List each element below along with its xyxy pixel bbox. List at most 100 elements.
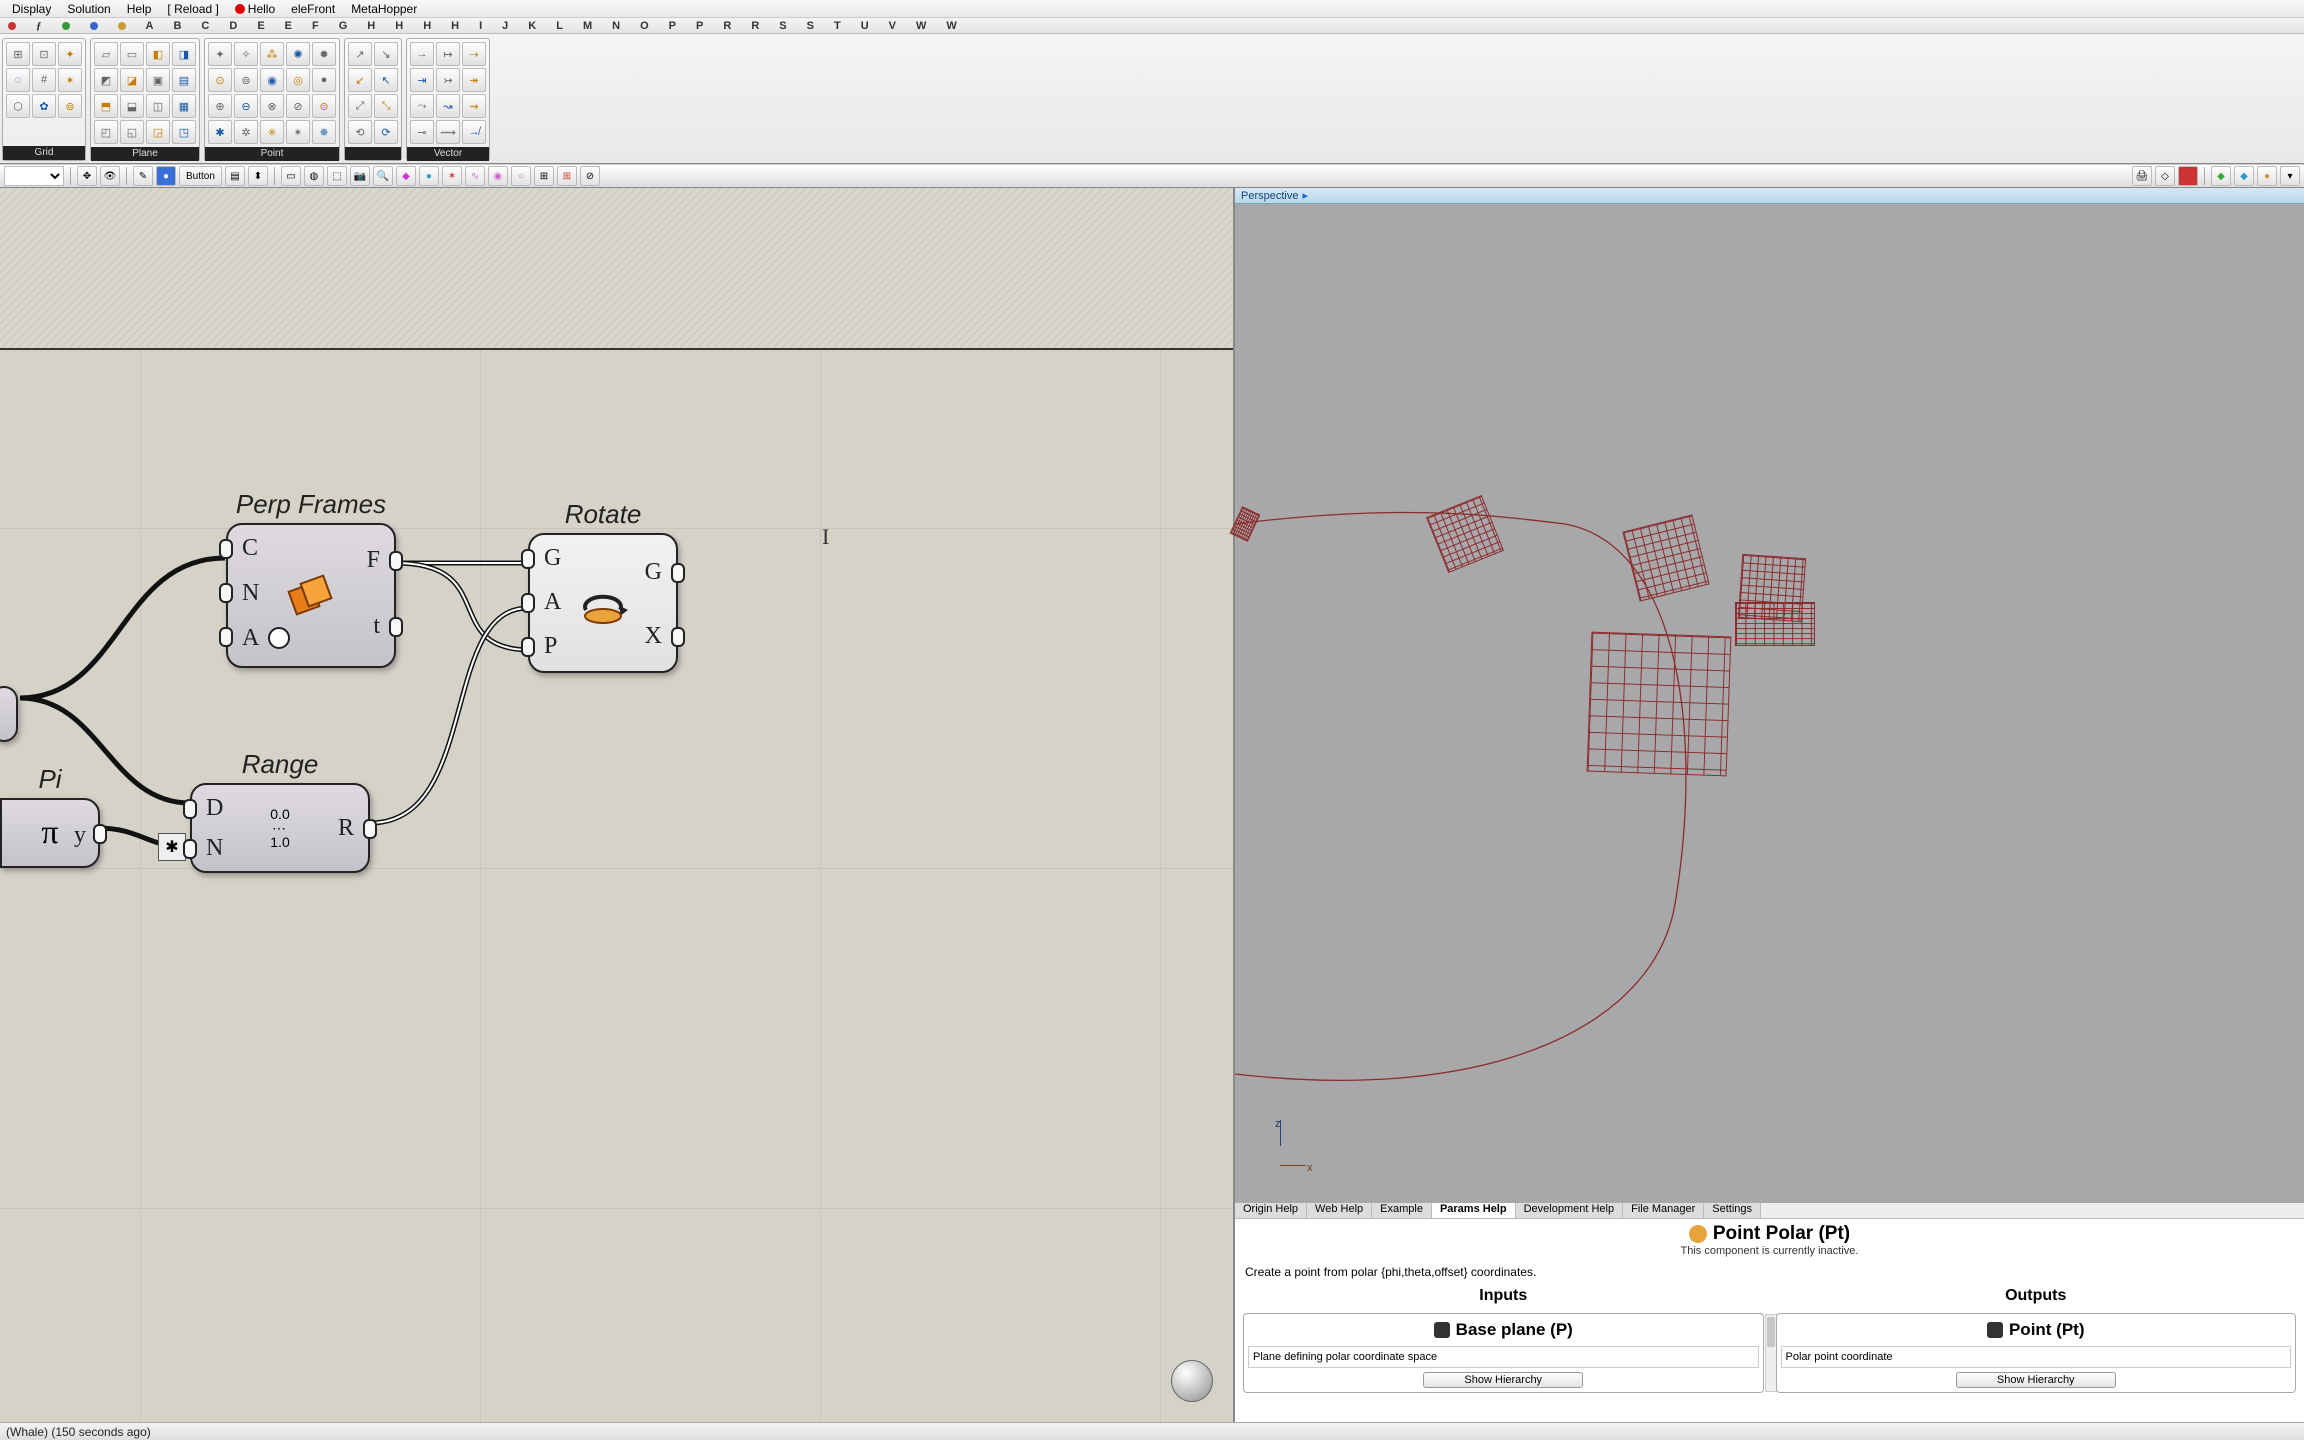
ribbon-tab[interactable]: F [312, 20, 319, 32]
ribbon-icon[interactable]: ▣ [146, 68, 170, 92]
viewport-title-bar[interactable]: Perspective ▸ [1235, 188, 2304, 204]
ribbon-icon[interactable]: ✦ [58, 42, 82, 66]
port-in-p[interactable]: P [544, 633, 557, 660]
ribbon-icon[interactable]: ⁂ [260, 42, 284, 66]
ribbon-tab[interactable]: K [528, 20, 536, 32]
tb-btn[interactable]: ⬚ [327, 166, 347, 186]
port-grip[interactable] [521, 593, 535, 613]
ribbon-tab[interactable]: H [395, 20, 403, 32]
ribbon-tab[interactable] [62, 22, 70, 30]
tb-btn[interactable]: ⊞ [534, 166, 554, 186]
ribbon-icon[interactable]: ◳ [172, 120, 196, 144]
ribbon-tab[interactable]: R [751, 20, 759, 32]
ribbon-tab[interactable]: J [502, 20, 508, 32]
ribbon-tab[interactable]: H [367, 20, 375, 32]
ribbon-tab[interactable]: H [451, 20, 459, 32]
ribbon-icon[interactable]: ↙ [348, 68, 372, 92]
ribbon-icon[interactable]: ◩ [94, 68, 118, 92]
tb-btn[interactable]: ● [419, 166, 439, 186]
tb-btn[interactable]: ● [156, 166, 176, 186]
ribbon-tab[interactable]: D [229, 20, 237, 32]
ribbon-icon[interactable]: ↠ [462, 68, 486, 92]
ribbon-tab[interactable]: R [723, 20, 731, 32]
port-grip[interactable] [671, 627, 685, 647]
help-tab-web[interactable]: Web Help [1307, 1203, 1372, 1218]
ribbon-tab[interactable] [118, 22, 126, 30]
grasshopper-canvas[interactable]: Pi π y Perp Frames C N A F t Rotate [0, 188, 1233, 1422]
viewport-3d[interactable]: z x [1235, 204, 2304, 1202]
ribbon-tab[interactable]: S [779, 20, 786, 32]
ribbon-icon[interactable]: ✹ [312, 42, 336, 66]
show-hierarchy-button[interactable]: Show Hierarchy [1423, 1372, 1583, 1388]
tb-btn[interactable]: ∿ [465, 166, 485, 186]
ribbon-icon[interactable]: ⇢ [462, 42, 486, 66]
ribbon-tab[interactable]: P [696, 20, 703, 32]
ribbon-icon[interactable]: ⟿ [436, 120, 460, 144]
port-grip[interactable] [521, 637, 535, 657]
ribbon-icon[interactable]: ✴ [286, 120, 310, 144]
tb-btn[interactable]: ⊞ [557, 166, 577, 186]
port-out-y[interactable]: y [74, 822, 86, 849]
ribbon-icon[interactable]: ◌ [6, 68, 30, 92]
ribbon-tab[interactable]: B [173, 20, 181, 32]
tb-btn[interactable]: ◇ [2155, 166, 2175, 186]
ribbon-icon[interactable]: ✦ [208, 42, 232, 66]
ribbon-icon[interactable]: ⊞ [6, 42, 30, 66]
menu-elefront[interactable]: eleFront [283, 2, 343, 16]
ribbon-icon[interactable]: ● [312, 68, 336, 92]
ribbon-icon[interactable]: ⇥ [410, 68, 434, 92]
ribbon-icon[interactable]: ◲ [146, 120, 170, 144]
help-tab-dev[interactable]: Development Help [1516, 1203, 1624, 1218]
ribbon-icon[interactable]: ▤ [172, 68, 196, 92]
ribbon-tab[interactable]: E [285, 20, 292, 32]
ribbon-tab[interactable]: A [146, 20, 154, 32]
tb-btn[interactable] [2178, 166, 2198, 186]
ribbon-tab[interactable]: H [423, 20, 431, 32]
port-grip[interactable] [389, 617, 403, 637]
port-in-g[interactable]: G [544, 545, 561, 572]
ribbon-tab[interactable]: T [834, 20, 841, 32]
help-tab-settings[interactable]: Settings [1704, 1203, 1761, 1218]
menu-metahopper[interactable]: MetaHopper [343, 2, 425, 16]
ribbon-icon[interactable]: ⊚ [234, 68, 258, 92]
ribbon-icon[interactable]: ✶ [58, 68, 82, 92]
node-pi[interactable]: Pi π y [0, 798, 100, 868]
node-offscreen[interactable] [0, 686, 18, 742]
ribbon-icon[interactable]: ✿ [32, 94, 56, 118]
boolean-toggle-icon[interactable] [268, 627, 290, 649]
ribbon-icon[interactable]: ⊙ [208, 68, 232, 92]
port-grip[interactable] [219, 583, 233, 603]
ribbon-tab[interactable]: I [479, 20, 482, 32]
tb-btn[interactable]: ▤ [225, 166, 245, 186]
scrollbar[interactable] [1765, 1314, 1777, 1392]
tb-btn[interactable]: ⬍ [248, 166, 268, 186]
tb-btn[interactable]: 🔍 [373, 166, 393, 186]
ribbon-icon[interactable]: ⊸ [410, 120, 434, 144]
port-grip[interactable] [93, 824, 107, 844]
tb-btn[interactable]: ✥ [77, 166, 97, 186]
ribbon-tab[interactable]: M [583, 20, 592, 32]
ribbon-icon[interactable]: ✵ [312, 120, 336, 144]
tb-btn[interactable]: ✶ [442, 166, 462, 186]
ribbon-icon[interactable]: ◎ [286, 68, 310, 92]
menu-reload[interactable]: [ Reload ] [159, 2, 226, 16]
ribbon-icon[interactable]: ↗ [348, 42, 372, 66]
show-hierarchy-button[interactable]: Show Hierarchy [1956, 1372, 2116, 1388]
ribbon-icon[interactable]: ↛ [462, 120, 486, 144]
ribbon-tab[interactable]: W [946, 20, 956, 32]
zoom-dropdown[interactable] [4, 166, 64, 186]
ribbon-tab[interactable]: W [916, 20, 926, 32]
ribbon-icon[interactable]: ⟲ [348, 120, 372, 144]
port-out-t[interactable]: t [373, 613, 380, 640]
tb-btn[interactable]: ◆ [2234, 166, 2254, 186]
port-in-d[interactable]: D [206, 795, 223, 822]
ribbon-tab[interactable]: E [257, 20, 264, 32]
ribbon-icon[interactable]: ⊕ [208, 94, 232, 118]
ribbon-tab[interactable]: ƒ [36, 20, 42, 32]
menu-solution[interactable]: Solution [59, 2, 118, 16]
ribbon-icon[interactable]: # [32, 68, 56, 92]
viewport-dropdown-icon[interactable]: ▸ [1302, 189, 1308, 202]
help-tab-origin[interactable]: Origin Help [1235, 1203, 1307, 1218]
ribbon-icon[interactable]: ⊜ [312, 94, 336, 118]
port-out-x[interactable]: X [645, 623, 662, 650]
